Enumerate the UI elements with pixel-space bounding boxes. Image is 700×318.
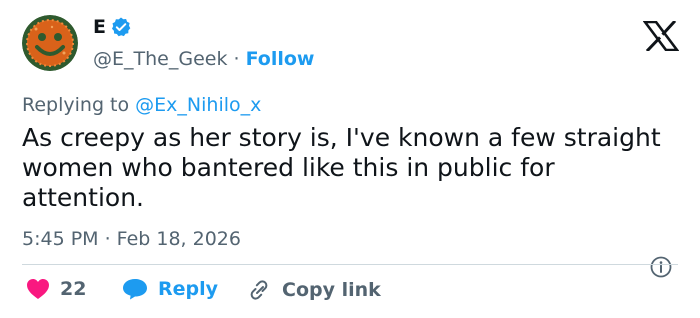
link-icon <box>250 280 268 300</box>
author-name-row: E <box>93 15 132 39</box>
replying-to-label: Replying to <box>22 94 130 116</box>
tweet-card: E @E_The_Geek · Follow Replying to @Ex_N… <box>0 0 700 318</box>
verified-badge-icon <box>111 17 131 37</box>
avatar[interactable] <box>22 15 78 71</box>
handle-separator: · <box>233 48 240 70</box>
handle-row: @E_The_Geek · Follow <box>93 47 315 71</box>
x-logo-icon[interactable] <box>643 21 679 51</box>
like-count: 22 <box>60 278 87 300</box>
heart-icon <box>27 279 49 299</box>
reply-label: Reply <box>158 278 219 300</box>
reply-bubble-icon <box>123 279 147 300</box>
reply-button[interactable]: Reply <box>122 278 218 300</box>
author-handle[interactable]: @E_The_Geek <box>93 48 227 70</box>
tweet-text: As creepy as her story is, I've known a … <box>22 123 661 212</box>
copy-link-label: Copy link <box>282 279 381 301</box>
reply-mention-link[interactable]: @Ex_Nihilo_x <box>135 94 261 116</box>
tweet-timestamp[interactable]: 5:45 PM · Feb 18, 2026 <box>22 227 241 251</box>
avatar-smiley-image <box>22 15 78 71</box>
like-button[interactable]: 22 <box>26 278 86 300</box>
author-display-name[interactable]: E <box>93 15 106 39</box>
divider <box>22 264 678 265</box>
copy-link-button[interactable]: Copy link <box>246 278 381 302</box>
replying-to-line: Replying to @Ex_Nihilo_x <box>22 93 261 117</box>
info-icon[interactable] <box>650 256 672 278</box>
follow-button[interactable]: Follow <box>246 48 315 70</box>
